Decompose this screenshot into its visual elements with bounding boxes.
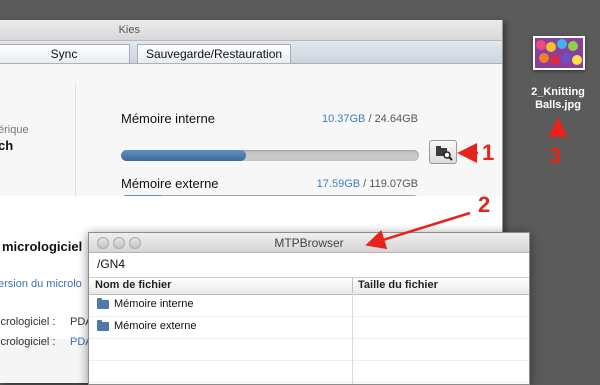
arrow-2 <box>365 211 471 250</box>
annotation-number-3: 3 <box>549 143 562 168</box>
annotation-arrows <box>365 117 568 250</box>
annotation-number-2: 2 <box>478 192 491 217</box>
annotation-number-1: 1 <box>482 140 495 165</box>
